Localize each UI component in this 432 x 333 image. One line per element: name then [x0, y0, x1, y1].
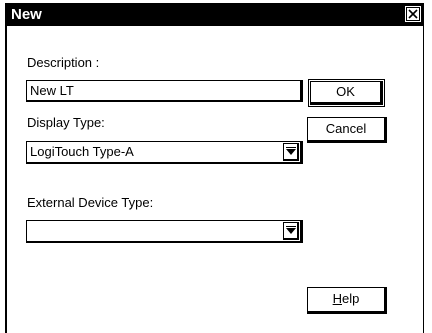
- help-button[interactable]: Help: [307, 287, 387, 314]
- description-value: New LT: [30, 83, 74, 98]
- cancel-button[interactable]: Cancel: [307, 117, 387, 143]
- dropdown-arrow-icon: [286, 226, 296, 234]
- close-icon: [406, 7, 420, 21]
- dropdown-arrow-icon: [286, 147, 296, 155]
- display-type-dropdown-button[interactable]: [283, 143, 299, 161]
- ok-button[interactable]: OK: [308, 79, 385, 107]
- help-mnemonic: H: [332, 291, 343, 306]
- close-button[interactable]: [405, 6, 421, 22]
- window-title: New: [11, 6, 42, 23]
- external-device-type-select[interactable]: [26, 220, 303, 243]
- description-input[interactable]: New LT: [26, 80, 303, 102]
- new-dialog: New Description : New LT Display Type: L…: [5, 3, 424, 333]
- ok-button-label: OK: [336, 84, 355, 99]
- display-type-label: Display Type:: [27, 115, 105, 130]
- display-type-value: LogiTouch Type-A: [30, 144, 134, 159]
- cancel-button-label: Cancel: [325, 121, 367, 136]
- display-type-select[interactable]: LogiTouch Type-A: [26, 141, 303, 164]
- external-device-type-label: External Device Type:: [27, 195, 154, 210]
- help-label-rest: elp: [342, 291, 360, 306]
- title-bar[interactable]: New: [7, 4, 424, 26]
- external-device-type-dropdown-button[interactable]: [283, 222, 299, 240]
- help-button-label: Help: [333, 288, 360, 310]
- description-label: Description :: [27, 55, 100, 70]
